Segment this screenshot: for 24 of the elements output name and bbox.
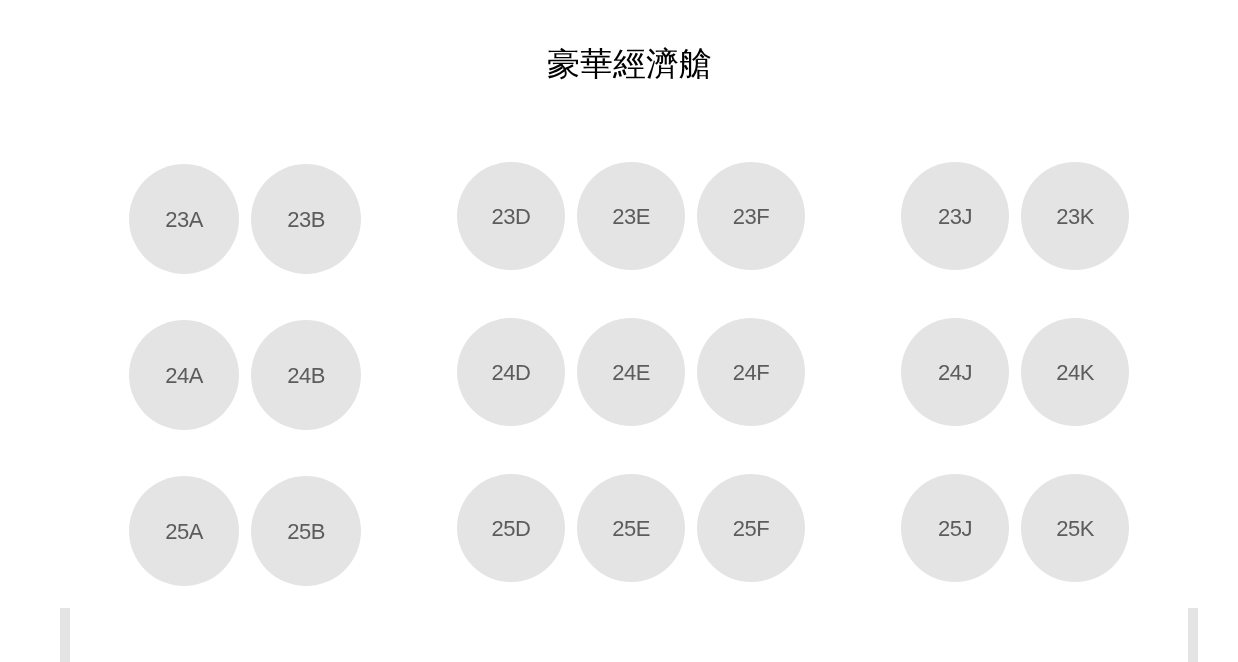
seat-button[interactable]: 23B xyxy=(251,164,361,274)
seat-button[interactable]: 25B xyxy=(251,476,361,586)
seat-button[interactable]: 23K xyxy=(1021,162,1129,270)
seat-button[interactable]: 23J xyxy=(901,162,1009,270)
seat-button[interactable]: 24A xyxy=(129,320,239,430)
seat-button[interactable]: 23F xyxy=(697,162,805,270)
cabin-wall xyxy=(60,608,70,662)
seat-button[interactable]: 25E xyxy=(577,474,685,582)
seat-button[interactable]: 25D xyxy=(457,474,565,582)
seat-button[interactable]: 24D xyxy=(457,318,565,426)
seat-button[interactable]: 23D xyxy=(457,162,565,270)
seat-button[interactable]: 24J xyxy=(901,318,1009,426)
cabin-title: 豪華經濟艙 xyxy=(546,44,712,84)
seat-button[interactable]: 24F xyxy=(697,318,805,426)
seat-button[interactable]: 25K xyxy=(1021,474,1129,582)
seat-button[interactable]: 25A xyxy=(129,476,239,586)
seat-button[interactable]: 23E xyxy=(577,162,685,270)
seat-button[interactable]: 24E xyxy=(577,318,685,426)
seat-button[interactable]: 25F xyxy=(697,474,805,582)
cabin-wall xyxy=(1188,608,1198,662)
seat-button[interactable]: 25J xyxy=(901,474,1009,582)
seat-button[interactable]: 23A xyxy=(129,164,239,274)
seat-button[interactable]: 24K xyxy=(1021,318,1129,426)
seat-button[interactable]: 24B xyxy=(251,320,361,430)
